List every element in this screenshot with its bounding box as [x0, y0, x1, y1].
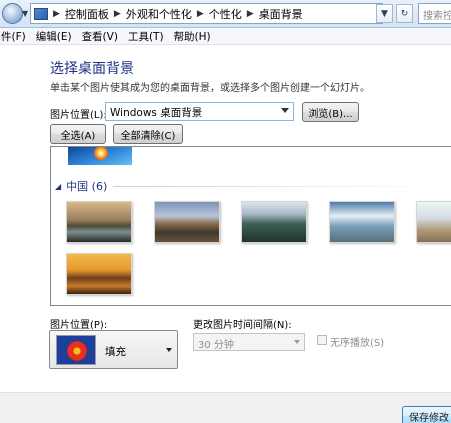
- menu-bar: 件(F) 编辑(E) 查看(V) 工具(T) 帮助(H): [0, 28, 451, 45]
- breadcrumb-control-panel[interactable]: 控制面板: [65, 6, 109, 22]
- breadcrumb-personalization[interactable]: 个性化: [209, 6, 242, 22]
- wallpaper-thumbnail-terraces[interactable]: [329, 201, 395, 243]
- interval-select[interactable]: 30 分钟: [193, 333, 305, 351]
- shuffle-label: 无序播放(S): [330, 338, 385, 349]
- address-box[interactable]: ▶ 控制面板 ▶ 外观和个性化 ▶ 个性化 ▶ 桌面背景: [30, 3, 383, 24]
- wallpaper-gallery[interactable]: ◢ 中国 (6): [50, 146, 451, 306]
- save-changes-button[interactable]: 保存修改: [402, 406, 451, 423]
- picture-location-select[interactable]: Windows 桌面背景: [105, 102, 294, 121]
- wallpaper-thumbnail-bridge[interactable]: [66, 253, 132, 295]
- interval-value: 30 分钟: [198, 340, 234, 351]
- chevron-down-icon: [166, 348, 172, 352]
- page-description: 单击某个图片使其成为您的桌面背景，或选择多个图片创建一个幻灯片。: [50, 83, 370, 94]
- picture-position-value: 填充: [105, 346, 126, 358]
- clear-all-button[interactable]: 全部清除(C): [113, 124, 183, 144]
- refresh-icon[interactable]: ↻: [396, 4, 413, 23]
- wallpaper-thumbnail-beach[interactable]: [416, 201, 451, 243]
- group-title: 中国 (6): [66, 180, 108, 193]
- breadcrumb-appearance[interactable]: 外观和个性化: [126, 6, 192, 22]
- breadcrumb-separator-icon[interactable]: ▶: [114, 9, 121, 19]
- menu-view[interactable]: 查看(V): [77, 29, 123, 44]
- wallpaper-thumbnail-great-wall[interactable]: [154, 201, 220, 243]
- breadcrumb-desktop-background[interactable]: 桌面背景: [259, 6, 303, 22]
- address-dropdown-button[interactable]: ▼: [376, 4, 393, 23]
- wallpaper-thumbnail-huangshan[interactable]: [241, 201, 307, 243]
- page-title: 选择桌面背景: [50, 61, 134, 77]
- select-all-button[interactable]: 全选(A): [50, 124, 106, 144]
- wallpaper-thumbnail-windows[interactable]: [68, 147, 132, 165]
- group-header-china[interactable]: ◢ 中国 (6): [55, 178, 445, 194]
- breadcrumb-separator-icon[interactable]: ▶: [197, 9, 204, 19]
- chevron-down-icon: [281, 108, 289, 113]
- shuffle-checkbox[interactable]: [317, 335, 327, 345]
- breadcrumb-separator-icon[interactable]: ▶: [247, 9, 254, 19]
- wallpaper-thumbnail-guilin[interactable]: [66, 201, 132, 243]
- menu-tools[interactable]: 工具(T): [123, 29, 169, 44]
- picture-location-label: 图片位置(L):: [50, 110, 107, 121]
- picture-position-select[interactable]: 填充: [49, 330, 178, 369]
- breadcrumb-separator-icon[interactable]: ▶: [53, 9, 60, 19]
- position-preview-image: [56, 335, 96, 365]
- collapse-triangle-icon[interactable]: ◢: [55, 182, 61, 191]
- menu-edit[interactable]: 编辑(E): [31, 29, 77, 44]
- browse-button[interactable]: 浏览(B)...: [302, 102, 359, 122]
- menu-help[interactable]: 帮助(H): [169, 29, 216, 44]
- address-bar: ▼ ▶ 控制面板 ▶ 外观和个性化 ▶ 个性化 ▶ 桌面背景 ▼ ↻ 搜索控制.…: [0, 0, 451, 28]
- menu-file[interactable]: 件(F): [0, 29, 31, 44]
- recent-pages-dropdown-icon[interactable]: ▼: [22, 9, 28, 18]
- footer-bar: 保存修改: [0, 392, 451, 423]
- interval-label: 更改图片时间间隔(N):: [193, 320, 292, 331]
- picture-location-value: Windows 桌面背景: [110, 107, 203, 119]
- picture-position-label: 图片位置(P):: [50, 320, 108, 331]
- control-panel-icon: [34, 7, 48, 20]
- search-input[interactable]: 搜索控制...: [418, 3, 451, 24]
- chevron-down-icon: [294, 340, 300, 344]
- back-button[interactable]: [2, 3, 23, 24]
